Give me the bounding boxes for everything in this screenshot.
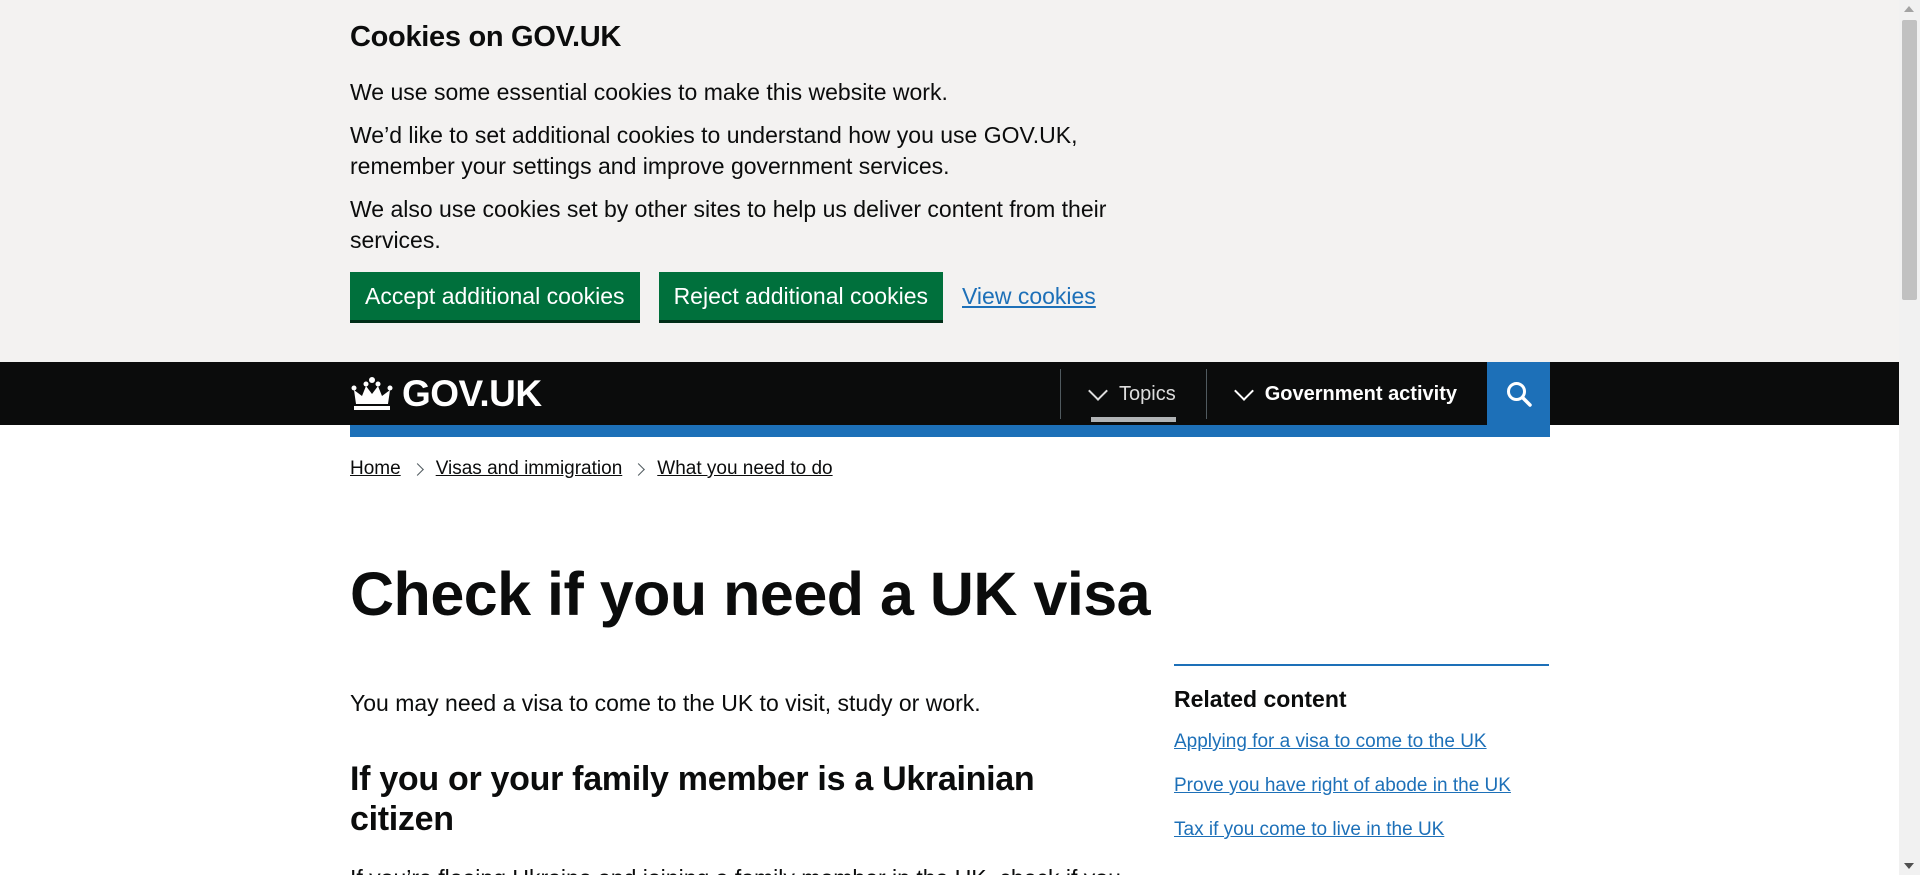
scroll-up-arrow-icon[interactable]	[1904, 6, 1914, 12]
logo-text: GOV.UK	[402, 372, 542, 414]
nav-topics-button[interactable]: Topics	[1060, 369, 1206, 422]
related-link-tax-living-uk[interactable]: Tax if you come to live in the UK	[1174, 817, 1549, 843]
body-paragraph: If you’re fleeing Ukraine and joining a …	[350, 863, 1130, 875]
lead-paragraph: You may need a visa to come to the UK to…	[350, 690, 981, 716]
related-content-box: Related content Applying for a visa to c…	[1174, 664, 1549, 843]
page-title: Check if you need a UK visa	[350, 560, 1151, 628]
related-link-applying-for-visa[interactable]: Applying for a visa to come to the UK	[1174, 729, 1549, 755]
reject-cookies-button[interactable]: Reject additional cookies	[658, 272, 943, 320]
cookie-actions: Accept additional cookies Reject additio…	[350, 272, 1550, 320]
chevron-down-icon	[1088, 380, 1108, 401]
govuk-logo-link[interactable]: GOV.UK	[350, 373, 542, 415]
accept-cookies-button[interactable]: Accept additional cookies	[350, 272, 640, 320]
cookie-text-third-party: We also use cookies set by other sites t…	[350, 196, 1107, 253]
breadcrumb-home[interactable]: Home	[350, 458, 401, 480]
page: Cookies on GOV.UK We use some essential …	[0, 0, 1899, 875]
breadcrumb-what-you-need-to-do[interactable]: What you need to do	[657, 458, 832, 480]
chevron-down-icon	[1233, 380, 1254, 401]
related-link-right-of-abode[interactable]: Prove you have right of abode in the UK	[1174, 773, 1549, 799]
scroll-down-arrow-icon[interactable]	[1904, 863, 1914, 869]
content: You may need a visa to come to the UK to…	[350, 664, 1550, 875]
scrollbar-thumb[interactable]	[1902, 20, 1917, 300]
cookie-banner: Cookies on GOV.UK We use some essential …	[0, 0, 1899, 362]
cookie-banner-title: Cookies on GOV.UK	[350, 21, 621, 53]
nav-topics-underline	[1091, 417, 1176, 422]
breadcrumb-visas-and-immigration[interactable]: Visas and immigration	[436, 458, 623, 480]
vertical-scrollbar[interactable]	[1899, 0, 1920, 875]
main-column: You may need a visa to come to the UK to…	[350, 688, 1130, 875]
crown-icon	[351, 376, 393, 410]
cookie-text-essential: We use some essential cookies to make th…	[350, 79, 948, 105]
site-header: GOV.UK Topics Government activity	[0, 362, 1899, 425]
header-nav: Topics Government activity	[1060, 362, 1550, 425]
search-icon	[1506, 381, 1532, 407]
related-content-title: Related content	[1174, 686, 1347, 712]
breadcrumb: Home Visas and immigration What you need…	[350, 458, 1550, 480]
cookie-text-additional: We’d like to set additional cookies to u…	[350, 122, 1078, 179]
header-blue-bar	[350, 425, 1550, 437]
nav-government-activity-label: Government activity	[1264, 382, 1457, 405]
search-button[interactable]	[1487, 362, 1550, 425]
nav-government-activity-button[interactable]: Government activity	[1205, 369, 1487, 419]
view-cookies-link[interactable]: View cookies	[962, 283, 1096, 310]
section-heading-ukrainian: If you or your family member is a Ukrain…	[350, 760, 1035, 838]
main-wrapper: Home Visas and immigration What you need…	[350, 425, 1550, 875]
nav-topics-label: Topics	[1119, 382, 1176, 405]
chevron-right-icon	[632, 462, 646, 476]
chevron-right-icon	[410, 462, 424, 476]
related-content: Related content Applying for a visa to c…	[1174, 664, 1549, 875]
